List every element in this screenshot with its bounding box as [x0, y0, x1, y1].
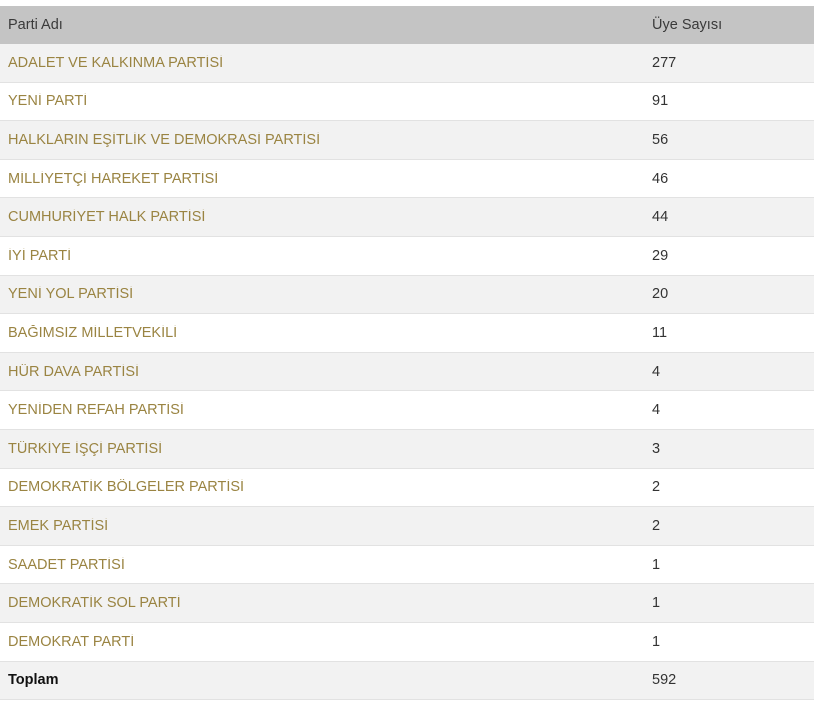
- member-count: 3: [652, 440, 661, 457]
- table-header-row: Parti Adı Üye Sayısı: [0, 6, 814, 44]
- party-name-link[interactable]: SAADET PARTİSİ: [0, 557, 648, 573]
- party-seats-table: Parti Adı Üye Sayısı ADALET VE KALKINMA …: [0, 6, 814, 701]
- total-label: Toplam: [8, 672, 59, 689]
- member-count: 46: [652, 170, 669, 187]
- party-name-link[interactable]: HALKLARIN EŞİTLİK VE DEMOKRASİ PARTİSİ: [0, 132, 648, 148]
- party-name-link[interactable]: DEMOKRATİK BÖLGELER PARTİSİ: [0, 479, 648, 495]
- table-row: BAĞIMSIZ MİLLETVEKİLİ 11: [0, 314, 814, 353]
- party-name-link[interactable]: TÜRKİYE İŞÇİ PARTİSİ: [0, 441, 648, 457]
- table-row: YENİ PARTİ 91: [0, 82, 814, 122]
- table-row: DEMOKRATİK SOL PARTİ 1: [0, 584, 814, 623]
- table-row: ADALET VE KALKINMA PARTİSİ 277: [0, 44, 814, 83]
- member-count: 1: [652, 633, 661, 650]
- table-row: DEMOKRATİK BÖLGELER PARTİSİ 2: [0, 468, 814, 508]
- member-count: 4: [652, 402, 661, 419]
- table-row: TÜRKİYE İŞÇİ PARTİSİ 3: [0, 429, 814, 469]
- party-name-link[interactable]: BAĞIMSIZ MİLLETVEKİLİ: [0, 325, 648, 341]
- column-header-member-count[interactable]: Üye Sayısı: [648, 17, 814, 33]
- table-row: SAADET PARTİSİ 1: [0, 545, 814, 585]
- member-count: 2: [652, 479, 661, 496]
- party-name-link[interactable]: MİLLİYETÇİ HAREKET PARTİSİ: [0, 171, 648, 187]
- table-row: EMEK PARTİSİ 2: [0, 507, 814, 546]
- member-count: 1: [652, 556, 661, 573]
- column-header-party-name[interactable]: Parti Adı: [0, 17, 648, 33]
- member-count: 20: [652, 286, 669, 303]
- party-name-link[interactable]: YENİDEN REFAH PARTİSİ: [0, 402, 648, 418]
- member-count: 4: [652, 363, 661, 380]
- party-name-link[interactable]: DEMOKRAT PARTİ: [0, 634, 648, 650]
- member-count: 29: [652, 247, 669, 264]
- party-name-link[interactable]: ADALET VE KALKINMA PARTİSİ: [0, 55, 648, 71]
- party-name-link[interactable]: HÜR DAVA PARTİSİ: [0, 364, 648, 380]
- member-count: 2: [652, 517, 661, 534]
- party-name-link[interactable]: EMEK PARTİSİ: [0, 518, 648, 534]
- table-row: MİLLİYETÇİ HAREKET PARTİSİ 46: [0, 159, 814, 199]
- member-count: 91: [652, 93, 669, 110]
- party-name-link[interactable]: YENİ PARTİ: [0, 93, 648, 109]
- table-row: YENİ YOL PARTİSİ 20: [0, 275, 814, 315]
- member-count: 277: [652, 54, 677, 71]
- party-name-link[interactable]: İYİ PARTİ: [0, 248, 648, 264]
- member-count: 11: [652, 324, 668, 341]
- table-body: ADALET VE KALKINMA PARTİSİ 277 YENİ PARTİ 9…: [0, 44, 814, 662]
- total-count: 592: [652, 672, 677, 689]
- party-name-link[interactable]: DEMOKRATİK SOL PARTİ: [0, 595, 648, 611]
- member-count: 44: [652, 209, 669, 226]
- party-name-link[interactable]: CUMHURİYET HALK PARTİSİ: [0, 209, 648, 225]
- member-count: 56: [652, 131, 669, 148]
- table-row: DEMOKRAT PARTİ 1: [0, 622, 814, 662]
- party-name-link[interactable]: YENİ YOL PARTİSİ: [0, 286, 648, 302]
- table-row: CUMHURİYET HALK PARTİSİ 44: [0, 198, 814, 237]
- table-total-row: Toplam 592: [0, 661, 814, 701]
- table-row: İYİ PARTİ 29: [0, 236, 814, 276]
- table-row: HALKLARIN EŞİTLİK VE DEMOKRASİ PARTİSİ 56: [0, 121, 814, 160]
- table-row: YENİDEN REFAH PARTİSİ 4: [0, 391, 814, 430]
- table-row: HÜR DAVA PARTİSİ 4: [0, 352, 814, 392]
- member-count: 1: [652, 595, 661, 612]
